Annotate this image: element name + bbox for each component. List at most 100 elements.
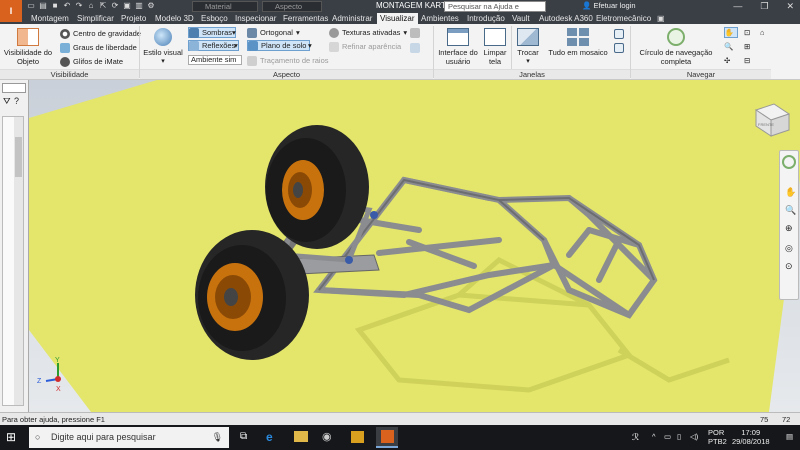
browser-tree[interactable] [2,116,24,406]
navbar-zoom-window-icon[interactable]: ⊕ [785,223,793,234]
select-icon[interactable]: ⇱ [98,1,108,11]
app-logo[interactable]: I [0,0,22,22]
maximize-icon[interactable]: ❐ [760,1,768,12]
previous-view-button[interactable]: ⊟ [744,55,750,66]
home-view-button[interactable]: ⌂ [760,27,765,38]
clock[interactable]: 17:09 29/08/2018 [732,428,770,446]
browser-scrollbar[interactable] [14,117,23,405]
redo-icon[interactable]: ↷ [74,1,84,11]
language-indicator[interactable]: POR PTB2 [708,428,727,446]
graphics-viewport[interactable]: Y Z X FRENTE [29,80,800,412]
zoom-button[interactable]: 🔍 [724,41,733,52]
reflections-dropdown[interactable]: ▾ [234,40,238,51]
navbar-lookat-icon[interactable]: ⊙ [785,261,793,272]
environment-select[interactable]: Ambiente sim [188,55,242,65]
navbar-orbit-icon[interactable]: ◎ [785,243,793,254]
tray-chevron-icon[interactable]: ^ [652,432,656,441]
windows-start-icon[interactable]: ⊞ [6,430,16,444]
network-icon[interactable]: ▭ [664,432,671,441]
open-folder-icon[interactable]: ▤ [38,1,48,11]
microphone-icon[interactable]: 🎙 [212,427,223,448]
update-icon[interactable]: ⟳ [110,1,120,11]
textures-button[interactable]: Texturas ativadas ▾ [329,27,407,38]
sign-in-link[interactable]: 👤 Efetuar login [582,1,636,10]
tab-inspecionar[interactable]: Inspecionar [232,13,279,24]
volume-icon[interactable]: ◁) [690,432,698,441]
tab-visualizar[interactable]: Visualizar [377,13,418,24]
document-title: MONTAGEM KART [376,1,446,10]
browser-help-icon[interactable]: ? [14,96,19,106]
refine-icon [329,41,339,52]
tab-projeto[interactable]: Projeto [118,13,149,24]
tab-eletromecanico[interactable]: Eletromecânico [593,13,654,24]
tab-administrar[interactable]: Administrar [329,13,375,24]
pan-button[interactable]: ✋ [724,27,738,38]
switch-window-button[interactable]: Trocar ▾ [513,28,543,66]
tile-all-button[interactable]: Tudo em mosaico [547,28,609,57]
save-icon[interactable]: ■ [50,1,60,11]
navbar-zoom-icon[interactable]: 🔍 [785,205,796,216]
view-face-button[interactable]: ⊡ [744,27,750,38]
degrees-of-freedom-button[interactable]: Graus de liberdade [60,42,137,53]
tab-ambientes[interactable]: Ambientes [418,13,462,24]
filter-icon[interactable]: ⛛ [3,96,11,107]
imate-glyphs-button[interactable]: Glifos de iMate [60,56,123,67]
tab-modelo-3d[interactable]: Modelo 3D [152,13,197,24]
clean-screen-button[interactable]: Limpar tela [481,28,509,66]
ground-plane-dropdown[interactable]: ▾ [308,40,312,51]
tab-ferramentas[interactable]: Ferramentas [280,13,331,24]
tab-esboco[interactable]: Esboço [198,13,231,24]
close-icon[interactable]: ✕ [786,1,794,12]
dof-icon [60,42,70,53]
aspect-dropdown[interactable]: Aspecto [262,1,322,12]
orthographic-button[interactable]: Ortogonal ▾ [247,27,300,38]
new-file-icon[interactable]: ▭ [26,1,36,11]
panel-toggle-icon[interactable]: ▣ [657,14,665,23]
user-interface-button[interactable]: Interface do usuário [437,28,479,66]
taskbar-search-input[interactable]: ○ Digite aqui para pesquisar 🎙 [29,427,229,448]
battery-icon[interactable]: ▯ [677,432,681,441]
notifications-icon[interactable]: ▤ [786,432,793,441]
minimize-icon[interactable]: — [733,1,742,12]
home-icon[interactable]: ⌂ [86,1,96,11]
navbar-pan-icon[interactable]: ✋ [785,187,796,198]
navigation-wheel-button[interactable]: Círculo de navegação completa [634,28,718,66]
print-icon[interactable]: ▥ [134,1,144,11]
cascade-button[interactable] [614,28,627,39]
shadows-toggle[interactable]: Sombras [188,27,237,38]
tab-montagem[interactable]: Montagem [28,13,72,24]
center-of-gravity-button[interactable]: Centro de gravidade [60,28,141,39]
shadows-dropdown[interactable]: ▾ [232,27,236,38]
visual-style-button[interactable]: Estilo visual ▾ [143,28,183,66]
people-icon[interactable]: ℛ [632,432,639,443]
task-view-icon[interactable]: ⧉ [240,431,247,442]
measure-icon[interactable]: ▣ [122,1,132,11]
ground-plane-toggle[interactable]: Plano de solo [247,40,311,51]
edge-browser-icon[interactable]: e [266,430,273,444]
reflections-toggle[interactable]: Reflexões [188,40,240,51]
help-search-input[interactable]: Pesquisar na Ajuda e comandos [444,1,546,20]
media-player-icon[interactable] [351,431,364,443]
arrange-button[interactable] [614,42,627,53]
tab-simplificar[interactable]: Simplificar [74,13,117,24]
material-dropdown[interactable]: Material [192,1,258,12]
appearance-extra-button[interactable] [410,27,423,38]
rear-wheel-bottom [195,230,309,360]
file-explorer-icon[interactable] [294,431,308,442]
browser-scroll-thumb[interactable] [15,137,22,177]
appearance-extra-button-2[interactable] [410,42,423,53]
object-visibility-button[interactable]: Visibilidade do Objeto [3,28,53,66]
zoom-all-button[interactable]: ⊞ [744,41,750,52]
browser-dropdown[interactable] [2,83,26,93]
tab-vault[interactable]: Vault [509,13,533,24]
ray-tracing-button[interactable]: Traçamento de raios [247,55,329,66]
settings-icon[interactable]: ⚙ [146,1,156,11]
undo-icon[interactable]: ↶ [62,1,72,11]
orbit-button[interactable]: ✣ [724,55,730,66]
tab-autodesk-a360[interactable]: Autodesk A360 [536,13,596,24]
inventor-taskbar-button[interactable] [376,427,398,448]
navbar-wheel-icon[interactable] [782,155,796,169]
refine-appearance-button[interactable]: Refinar aparência [329,41,401,52]
tab-introducao[interactable]: Introdução [464,13,508,24]
app-icon-1[interactable]: ◉ [322,430,332,443]
